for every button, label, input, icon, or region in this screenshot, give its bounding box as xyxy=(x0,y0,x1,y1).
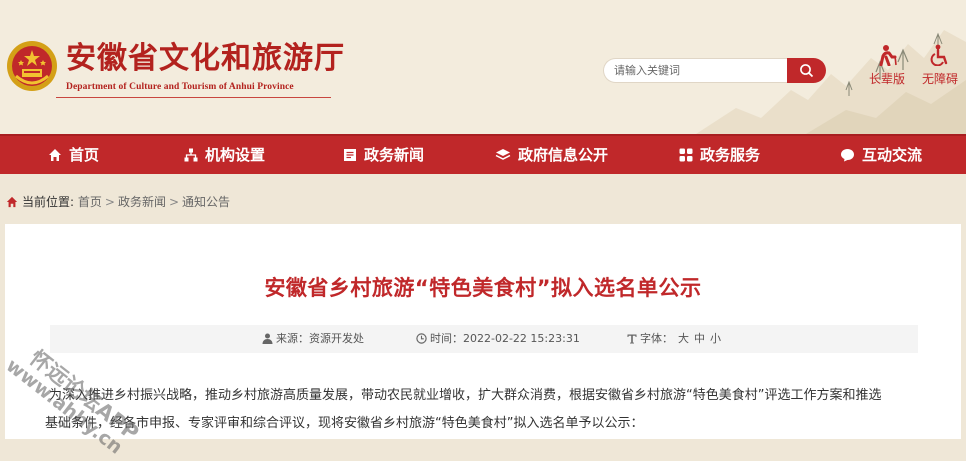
nav-item-news[interactable]: 政务新闻 xyxy=(343,136,424,174)
search-button[interactable] xyxy=(787,58,826,83)
breadcrumb-separator: > xyxy=(168,195,180,209)
nav-item-info-disclosure[interactable]: 政府信息公开 xyxy=(495,136,608,174)
site-header: 安徽省文化和旅游厅 Department of Culture and Tour… xyxy=(0,0,966,134)
grid-services-icon xyxy=(679,148,693,162)
breadcrumb-home-link[interactable]: 首页 xyxy=(78,195,102,209)
breadcrumb: 当前位置: 首页 > 政务新闻 > 通知公告 xyxy=(6,193,230,210)
font-size-large[interactable]: 大 xyxy=(678,332,689,345)
article-paragraph: 为深入推进乡村振兴战略，推动乡村旅游高质量发展，带动农民就业增收，扩大群众消费，… xyxy=(49,388,882,403)
main-nav: 首页 机构设置 政务新闻 政府信息公开 政务服务 互动交流 xyxy=(0,134,966,174)
article-source-text: 来源：资源开发处 xyxy=(276,332,364,345)
nav-item-label: 互动交流 xyxy=(862,146,923,164)
clock-icon xyxy=(416,333,427,344)
news-icon xyxy=(344,149,356,161)
nav-item-label: 政务新闻 xyxy=(364,146,425,164)
nav-item-home[interactable]: 首页 xyxy=(48,136,99,174)
home-icon xyxy=(49,149,61,161)
nav-item-label: 机构设置 xyxy=(205,146,266,164)
article-time-text: 时间：2022-02-22 15:23:31 xyxy=(430,332,580,345)
breadcrumb-notice-link[interactable]: 通知公告 xyxy=(182,195,230,209)
home-icon xyxy=(6,196,18,208)
article-time: 时间：2022-02-22 15:23:31 xyxy=(416,325,580,353)
title-divider xyxy=(56,97,331,98)
accessibility-label: 无障碍 xyxy=(921,72,958,86)
font-size-label: 字体： xyxy=(640,332,673,345)
search-icon xyxy=(800,64,814,78)
accessibility-button[interactable]: 无障碍 xyxy=(914,44,966,87)
article-panel: 安徽省乡村旅游“特色美食村”拟入选名单公示 来源：资源开发处 时间：2022-0… xyxy=(5,224,961,439)
elder-mode-label: 长辈版 xyxy=(868,72,905,86)
search-input[interactable] xyxy=(603,58,788,83)
info-open-icon xyxy=(495,149,511,160)
font-size-control: 字体： 大中小 xyxy=(627,325,721,353)
national-emblem-icon xyxy=(7,41,57,91)
person-icon xyxy=(262,333,273,344)
font-icon xyxy=(627,334,637,344)
breadcrumb-news-link[interactable]: 政务新闻 xyxy=(118,195,166,209)
site-title: 安徽省文化和旅游厅 xyxy=(66,41,345,76)
nav-item-organization[interactable]: 机构设置 xyxy=(184,136,265,174)
nav-item-interaction[interactable]: 互动交流 xyxy=(840,136,922,174)
elder-person-icon xyxy=(879,45,897,66)
wheelchair-icon xyxy=(930,44,948,66)
nav-item-services[interactable]: 政务服务 xyxy=(679,136,760,174)
chat-icon xyxy=(841,149,854,162)
breadcrumb-label: 当前位置: xyxy=(22,195,75,209)
article-meta-bar: 来源：资源开发处 时间：2022-02-22 15:23:31 字体： 大中小 xyxy=(50,325,918,353)
nav-item-label: 政府信息公开 xyxy=(518,146,609,164)
org-chart-icon xyxy=(184,148,198,162)
font-size-medium[interactable]: 中 xyxy=(694,332,705,345)
breadcrumb-separator: > xyxy=(104,195,115,209)
site-subtitle: Department of Culture and Tourism of Anh… xyxy=(66,82,294,92)
article-paragraph: 基础条件，经各市申报、专家评审和综合评议，现将安徽省乡村旅游“特色美食村”拟入选… xyxy=(45,416,644,431)
article-source: 来源：资源开发处 xyxy=(262,325,364,353)
nav-item-label: 首页 xyxy=(69,146,100,164)
font-size-small[interactable]: 小 xyxy=(710,332,721,345)
article-title: 安徽省乡村旅游“特色美食村”拟入选名单公示 xyxy=(264,276,702,300)
elder-mode-button[interactable]: 长辈版 xyxy=(861,44,913,87)
nav-item-label: 政务服务 xyxy=(700,146,761,164)
